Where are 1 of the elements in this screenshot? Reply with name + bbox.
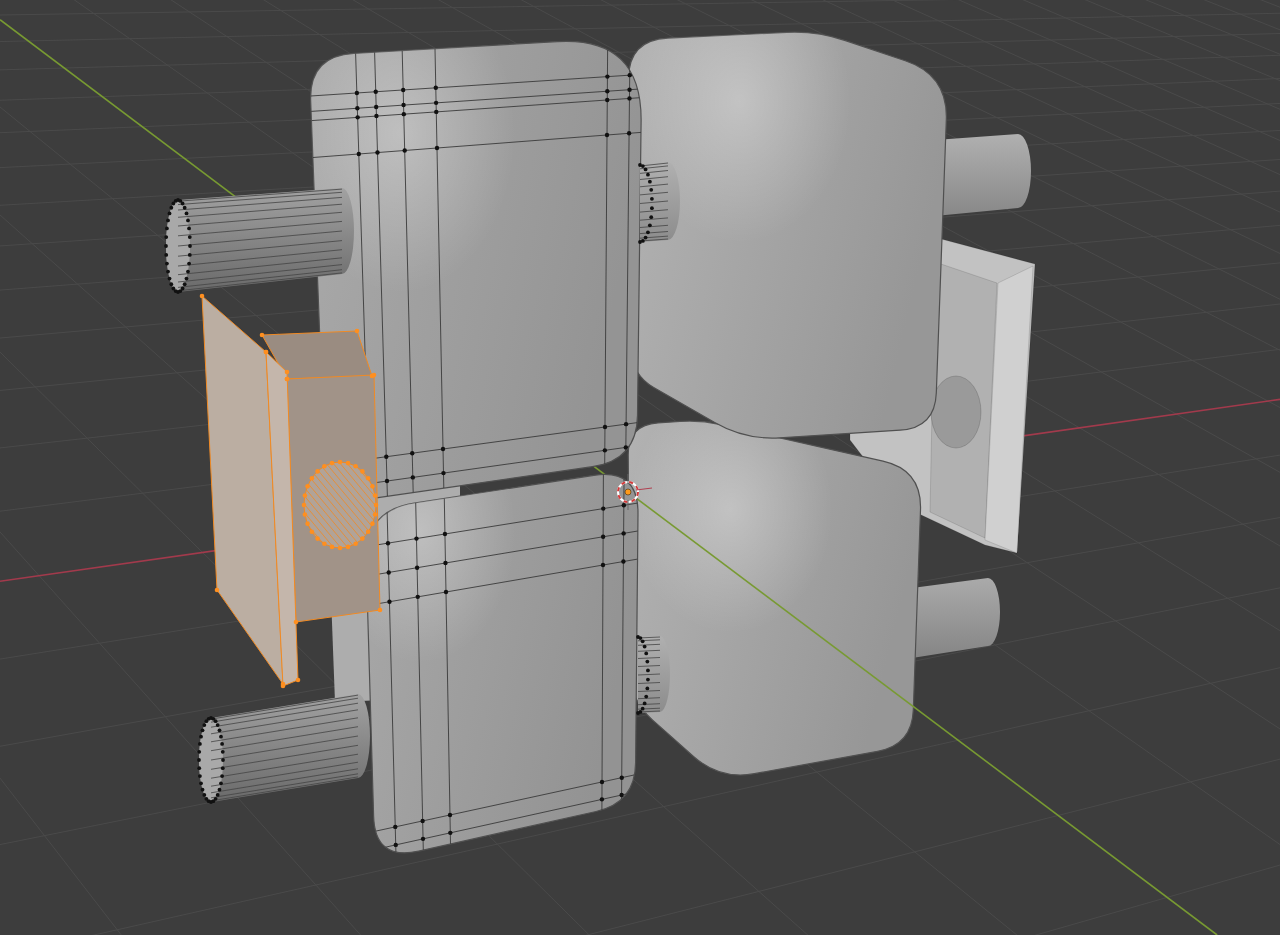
cursor-crosshair-icon <box>617 473 653 511</box>
